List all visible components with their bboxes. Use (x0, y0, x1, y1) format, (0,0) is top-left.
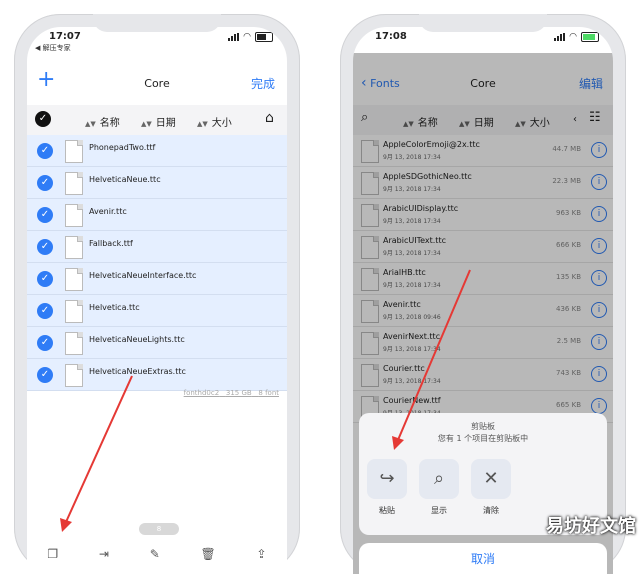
table-row[interactable]: ✓ PhonepadTwo.ttf (27, 135, 287, 167)
row-checkbox[interactable]: ✓ (37, 207, 53, 223)
bottom-toolbar: ❐ ⇥ ✎ 🗑 ⇪ (27, 547, 287, 567)
show-button[interactable]: ⌕ 显示 (417, 459, 461, 516)
sort-arrows-icon: ▲▼ (141, 120, 152, 128)
close-icon: ✕ (471, 459, 511, 499)
select-all-checkbox[interactable]: ✓ (35, 111, 51, 127)
signal-icon (228, 33, 240, 41)
done-button[interactable]: 完成 (251, 75, 275, 92)
sort-by-date[interactable]: ▲▼ 日期 (141, 114, 176, 129)
file-name: HelveticaNeueExtras.ttc (89, 367, 186, 376)
table-row[interactable]: ✓ HelveticaNeueLights.ttc (27, 327, 287, 359)
back-to-app-link[interactable]: ◀ 解压专家 (35, 43, 71, 53)
copy-icon[interactable]: ❐ (47, 547, 58, 567)
table-row[interactable]: ✓ HelveticaNeue.ttc (27, 167, 287, 199)
file-icon (65, 172, 83, 195)
file-name: Fallback.ttf (89, 239, 133, 248)
file-name: Helvetica.ttc (89, 303, 140, 312)
search-icon: ⌕ (419, 459, 459, 499)
file-icon (65, 268, 83, 291)
right-phone: 17:08 ◠ ‹ Fonts Core 编辑 ⌕ ▲▼ 名称 ▲▼ 日期 ▲▼ 大小… (340, 14, 626, 574)
sort-by-name[interactable]: ▲▼ 名称 (85, 114, 120, 129)
sort-bar: ✓ ▲▼ 名称 ▲▼ 日期 ▲▼ 大小 ⌂ (27, 105, 287, 136)
watermark: 易坊好文馆 (546, 516, 636, 537)
status-time: 17:08 (375, 31, 407, 42)
paste-arrow-icon: ↪ (367, 459, 407, 499)
row-checkbox[interactable]: ✓ (37, 175, 53, 191)
paste-button[interactable]: ↪ 粘贴 (365, 459, 409, 516)
left-phone: 17:07 ◀ 解压专家 ◠ + Core 完成 ✓ ▲▼ 名称 ▲▼ 日期 ▲▼ 大… (14, 14, 300, 574)
wifi-icon: ◠ (569, 32, 577, 42)
storage-info: fonthd0c2 315 GB 8 font (183, 389, 279, 397)
status-icons: ◠ (228, 32, 273, 42)
file-icon (65, 364, 83, 387)
status-icons: ◠ (554, 32, 599, 42)
table-row[interactable]: ✓ HelveticaNeueExtras.ttc (27, 359, 287, 391)
notch (93, 14, 221, 32)
file-icon (65, 332, 83, 355)
file-name: HelveticaNeueLights.ttc (89, 335, 185, 344)
file-name: Avenir.ttc (89, 207, 127, 216)
file-icon (65, 300, 83, 323)
table-row[interactable]: ✓ Fallback.ttf (27, 231, 287, 263)
right-screen: 17:08 ◠ ‹ Fonts Core 编辑 ⌕ ▲▼ 名称 ▲▼ 日期 ▲▼ 大小… (353, 27, 613, 574)
sheet-title: 剪贴板 (471, 422, 495, 431)
battery-icon (581, 32, 599, 42)
sheet-message: 您有 1 个项目在剪贴板中 (437, 434, 529, 443)
row-checkbox[interactable]: ✓ (37, 303, 53, 319)
table-row[interactable]: ✓ Helvetica.ttc (27, 295, 287, 327)
table-row[interactable]: ✓ Avenir.ttc (27, 199, 287, 231)
file-name: HelveticaNeue.ttc (89, 175, 161, 184)
battery-icon (255, 32, 273, 42)
file-icon (65, 140, 83, 163)
page-title: Core (144, 77, 170, 90)
file-name: PhonepadTwo.ttf (89, 143, 156, 152)
nav-bar: + Core 完成 (27, 63, 287, 103)
table-row[interactable]: ✓ HelveticaNeueInterface.ttc (27, 263, 287, 295)
status-time: 17:07 (49, 31, 81, 42)
file-icon (65, 236, 83, 259)
share-icon[interactable]: ⇪ (257, 547, 267, 567)
file-name: HelveticaNeueInterface.ttc (89, 271, 197, 280)
file-icon (65, 204, 83, 227)
signal-icon (554, 33, 566, 41)
tag-icon[interactable]: ⌂ (265, 110, 274, 126)
clear-button[interactable]: ✕ 清除 (469, 459, 513, 516)
row-checkbox[interactable]: ✓ (37, 239, 53, 255)
row-checkbox[interactable]: ✓ (37, 335, 53, 351)
wifi-icon: ◠ (243, 32, 251, 42)
notch (419, 14, 547, 32)
file-list: ✓ PhonepadTwo.ttf ✓ HelveticaNeue.ttc ✓ Ave… (27, 135, 287, 391)
page-indicator: 8 (139, 523, 179, 535)
row-checkbox[interactable]: ✓ (37, 271, 53, 287)
row-checkbox[interactable]: ✓ (37, 143, 53, 159)
row-checkbox[interactable]: ✓ (37, 367, 53, 383)
trash-icon[interactable]: 🗑 (201, 547, 216, 567)
move-icon[interactable]: ⇥ (99, 547, 109, 567)
sort-by-size[interactable]: ▲▼ 大小 (197, 114, 232, 129)
cancel-button[interactable]: 取消 (359, 543, 607, 574)
left-screen: 17:07 ◀ 解压专家 ◠ + Core 完成 ✓ ▲▼ 名称 ▲▼ 日期 ▲▼ 大… (27, 27, 287, 574)
sort-arrows-icon: ▲▼ (85, 120, 96, 128)
sort-arrows-icon: ▲▼ (197, 120, 208, 128)
rename-icon[interactable]: ✎ (150, 547, 160, 567)
